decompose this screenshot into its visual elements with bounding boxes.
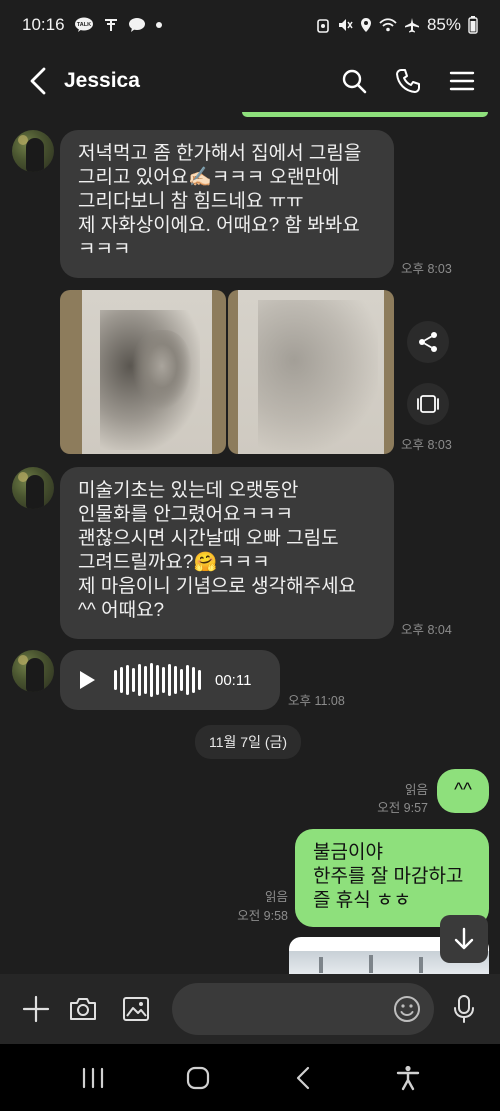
- voice-record-button[interactable]: [442, 987, 486, 1031]
- message-line: 불금이야: [313, 842, 383, 863]
- message-bubble-incoming[interactable]: 저녁먹고 좀 한가해서 집에서 그림을 그리고 있어요✍🏻ㅋㅋㅋ 오랜만에 그리…: [60, 130, 394, 278]
- battery-level: 85%: [426, 15, 461, 34]
- read-receipt: 읽음: [264, 890, 288, 904]
- gallery-icon: [417, 395, 439, 413]
- chat-area[interactable]: 저녁먹고 좀 한가해서 집에서 그림을 그리고 있어요✍🏻ㅋㅋㅋ 오랜만에 그리…: [0, 112, 500, 974]
- gallery-button[interactable]: [407, 383, 449, 425]
- call-button[interactable]: [388, 61, 428, 101]
- home-icon: [186, 1066, 209, 1089]
- recents-button[interactable]: [63, 1053, 123, 1103]
- microphone-icon: [454, 995, 474, 1023]
- message-time: 오후 11:08: [288, 694, 345, 708]
- play-icon[interactable]: [78, 670, 96, 690]
- notification-dot-icon: [155, 21, 163, 29]
- message-line: 한주를 잘 마감하고: [313, 866, 464, 887]
- menu-icon: [449, 71, 475, 91]
- battery-icon: [468, 16, 478, 34]
- message-input-bar: [0, 974, 500, 1044]
- message-line: 저녁먹고 좀 한가해서 집에서 그림을: [78, 143, 362, 164]
- message-line: 인물화를 안그렸어요ㅋㅋㅋ: [78, 504, 294, 525]
- message-line: ^^ 어때요?: [78, 600, 165, 621]
- back-nav-button[interactable]: [273, 1053, 333, 1103]
- message-line: 그려드릴까요?🤗ㅋㅋㅋ: [78, 552, 270, 573]
- message-line: 미술기초는 있는데 오랫동안: [78, 480, 299, 501]
- message-bubble-incoming[interactable]: 미술기초는 있는데 오랫동안 인물화를 안그렸어요ㅋㅋㅋ 괜찮으시면 시간날때 …: [60, 467, 394, 639]
- date-divider: 11월 7일 (금): [195, 725, 302, 759]
- status-time: 10:16: [22, 15, 65, 34]
- airplane-icon: [404, 17, 420, 33]
- search-button[interactable]: [334, 61, 374, 101]
- plus-icon: [22, 995, 50, 1023]
- arrow-down-icon: [454, 927, 474, 950]
- photo-thumbnail[interactable]: [60, 290, 226, 454]
- attach-button[interactable]: [14, 987, 58, 1031]
- message-line: ㅋㅋㅋ: [78, 239, 131, 260]
- avatar[interactable]: [12, 467, 54, 509]
- message-line: ^^: [454, 780, 472, 801]
- menu-button[interactable]: [442, 61, 482, 101]
- message-bubble-outgoing[interactable]: ^^: [437, 769, 489, 813]
- search-icon: [342, 69, 367, 94]
- tmap-icon: [103, 17, 119, 33]
- image-icon: [123, 997, 149, 1021]
- status-bar: 10:16 TALK 85%: [0, 0, 500, 50]
- recents-icon: [82, 1067, 103, 1088]
- avatar[interactable]: [12, 650, 54, 692]
- back-button[interactable]: [18, 61, 58, 101]
- share-icon: [419, 332, 437, 352]
- wifi-icon: [379, 17, 397, 33]
- message-line: 제 마음이니 기념으로 생각해주세요: [78, 576, 357, 597]
- talk-badge-text: TALK: [76, 22, 90, 28]
- waveform: [114, 663, 201, 697]
- accessibility-button[interactable]: [378, 1053, 438, 1103]
- voice-message[interactable]: 00:11: [60, 650, 280, 710]
- chat-header: Jessica: [0, 50, 500, 112]
- previous-outgoing-bubble: [242, 112, 488, 117]
- message-line: 제 자화상이에요. 어때요? 함 봐봐요: [78, 215, 360, 236]
- message-line: 괜찮으시면 시간날때 오빠 그림도: [78, 528, 339, 549]
- chat-bubble-icon: [128, 17, 146, 33]
- chat-title: Jessica: [64, 69, 140, 92]
- home-button[interactable]: [168, 1053, 228, 1103]
- avatar[interactable]: [12, 130, 54, 172]
- alarm-icon: [316, 17, 330, 33]
- message-time: 오전 9:57: [377, 801, 428, 815]
- message-bubble-outgoing[interactable]: 불금이야 한주를 잘 마감하고 즐 휴식 ㅎㅎ: [295, 829, 489, 927]
- message-time: 오후 8:04: [401, 623, 452, 637]
- photo-thumbnail[interactable]: [228, 290, 394, 454]
- accessibility-icon: [396, 1065, 419, 1090]
- share-button[interactable]: [407, 321, 449, 363]
- kakaotalk-icon: TALK: [74, 17, 94, 33]
- message-time: 오후 8:03: [401, 262, 452, 276]
- camera-icon: [70, 998, 96, 1020]
- voice-duration: 00:11: [215, 671, 252, 689]
- message-time: 오후 8:03: [401, 438, 452, 452]
- message-line: 즐 휴식 ㅎㅎ: [313, 890, 411, 911]
- system-navigation-bar: [0, 1044, 500, 1111]
- read-receipt: 읽음: [404, 783, 428, 797]
- gallery-picker-button[interactable]: [114, 987, 158, 1031]
- message-line: 그리고 있어요✍🏻ㅋㅋㅋ 오랜만에: [78, 167, 340, 188]
- message-time: 오전 9:58: [237, 909, 288, 923]
- phone-icon: [396, 69, 420, 93]
- emoji-button[interactable]: [385, 987, 429, 1031]
- emoji-icon: [394, 996, 420, 1022]
- mute-icon: [337, 17, 353, 33]
- camera-button[interactable]: [61, 987, 105, 1031]
- message-line: 그리다보니 참 힘드네요 ㅠㅠ: [78, 191, 304, 212]
- scroll-to-bottom-button[interactable]: [440, 915, 488, 963]
- location-icon: [360, 17, 372, 33]
- chevron-left-icon: [30, 67, 46, 95]
- back-icon: [296, 1066, 309, 1089]
